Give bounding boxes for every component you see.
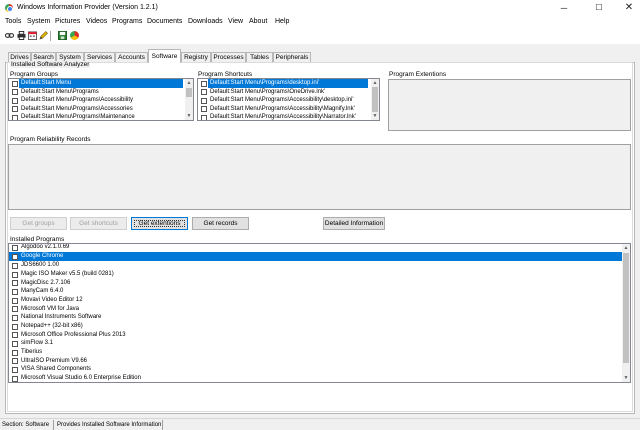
scroll-up-icon[interactable]: ▲	[622, 244, 630, 252]
title-bar[interactable]: Windows Information Provider (Version 1.…	[0, 0, 640, 16]
get-groups-button[interactable]: Get groups	[10, 217, 67, 230]
checkbox[interactable]	[12, 244, 18, 251]
checkbox[interactable]	[12, 288, 18, 295]
chrome-icon[interactable]	[70, 31, 79, 40]
checkbox[interactable]	[12, 253, 18, 260]
status-bar: Section: Software Provides Installed Sof…	[0, 418, 640, 430]
checkbox[interactable]	[12, 89, 18, 95]
toolbar-separator	[50, 31, 51, 41]
get-extensions-button[interactable]: Get extentions	[131, 217, 188, 230]
vertical-scrollbar[interactable]: ▲ ▼	[371, 79, 379, 120]
list-item[interactable]: ManyCam 6.4.0	[9, 287, 623, 296]
checkbox[interactable]	[12, 297, 18, 304]
list-item-selected[interactable]: Google Chrome	[9, 252, 623, 261]
list-item[interactable]: JDS6600 1.00	[9, 261, 623, 270]
checkbox[interactable]	[12, 358, 18, 364]
checkbox[interactable]	[12, 97, 18, 104]
program-shortcuts-list[interactable]: Default:Start Menu\Programs\desktop.ini'…	[197, 78, 380, 121]
status-section: Section: Software	[0, 420, 54, 430]
program-extensions-label: Program Extentions	[389, 71, 447, 78]
checkbox[interactable]	[12, 80, 18, 87]
scroll-thumb[interactable]	[372, 87, 378, 112]
group-title: Installed Software Analyzer	[10, 61, 91, 68]
menu-pictures[interactable]: Pictures	[55, 18, 80, 25]
list-item[interactable]: Microsoft Visual Studio 6.0 Enterprise E…	[9, 374, 623, 382]
vertical-scrollbar[interactable]: ▲ ▼	[622, 244, 630, 382]
calendar-icon[interactable]	[28, 31, 37, 40]
get-shortcuts-button[interactable]: Get shortcuts	[70, 217, 127, 230]
checkbox[interactable]	[201, 114, 207, 120]
menu-downloads[interactable]: Downloads	[188, 18, 223, 25]
list-item[interactable]: VISA Shared Components	[9, 365, 623, 374]
menu-tools[interactable]: Tools	[5, 18, 21, 25]
checkbox[interactable]	[12, 375, 18, 382]
scroll-thumb[interactable]	[186, 88, 192, 97]
list-item[interactable]: Algodoo v2.1.0.69	[9, 244, 623, 252]
checkbox[interactable]	[12, 323, 18, 330]
checkbox[interactable]	[201, 106, 207, 112]
toolbar	[0, 28, 640, 44]
maximize-button[interactable]: ☐	[584, 0, 614, 16]
checkbox[interactable]	[12, 262, 18, 269]
program-shortcuts-label: Program Shortcuts	[198, 71, 253, 78]
pencil-icon[interactable]	[39, 31, 48, 40]
minimize-button[interactable]: ─	[549, 0, 579, 16]
checkbox[interactable]	[12, 306, 18, 312]
status-description: Provides Installed Software Information	[57, 420, 163, 430]
scroll-down-icon[interactable]: ▼	[185, 112, 193, 120]
checkbox[interactable]	[12, 332, 18, 338]
menu-about[interactable]: About	[249, 18, 267, 25]
printer-icon[interactable]	[17, 31, 26, 40]
link-icon[interactable]	[5, 31, 14, 40]
menu-help[interactable]: Help	[275, 18, 289, 25]
detailed-information-button[interactable]: Detailed Information	[323, 217, 385, 230]
scroll-down-icon[interactable]: ▼	[371, 112, 379, 120]
menu-bar: Tools System Pictures Videos Programs Do…	[0, 16, 640, 28]
checkbox[interactable]	[12, 366, 18, 373]
list-item[interactable]: Default:Start Menu\Programs\Maintenance	[9, 113, 187, 120]
menu-system[interactable]: System	[27, 18, 50, 25]
vertical-scrollbar[interactable]: ▲ ▼	[185, 79, 193, 120]
checkbox[interactable]	[12, 349, 18, 356]
checkbox[interactable]	[12, 271, 18, 278]
reliability-records-box[interactable]	[8, 144, 631, 210]
scroll-up-icon[interactable]: ▲	[371, 79, 379, 87]
app-window: Windows Information Provider (Version 1.…	[0, 0, 640, 430]
app-logo-icon	[5, 4, 13, 12]
program-groups-label: Program Groups	[10, 71, 59, 78]
list-item[interactable]: Default:Start Menu\Programs\Accessibilit…	[198, 113, 373, 120]
scroll-up-icon[interactable]: ▲	[185, 79, 193, 87]
window-title: Windows Information Provider (Version 1.…	[17, 4, 158, 11]
save-icon[interactable]	[58, 31, 67, 40]
checkbox[interactable]	[201, 89, 207, 95]
list-item[interactable]: National Instruments Software	[9, 313, 623, 322]
list-item[interactable]: simFlow 3.1	[9, 339, 623, 348]
close-button[interactable]: ✕	[614, 0, 640, 16]
reliability-records-label: Program Reliability Records	[10, 136, 91, 143]
menu-view[interactable]: View	[228, 18, 243, 25]
checkbox[interactable]	[12, 280, 18, 286]
get-records-button[interactable]: Get records	[192, 217, 249, 230]
checkbox[interactable]	[12, 340, 18, 347]
installed-programs-list[interactable]: Algodoo v2.1.0.69 Google Chrome JDS6600 …	[8, 243, 631, 383]
checkbox[interactable]	[201, 97, 207, 104]
checkbox[interactable]	[12, 114, 18, 120]
menu-documents[interactable]: Documents	[147, 18, 182, 25]
installed-programs-label: Installed Programs	[10, 236, 65, 243]
checkbox[interactable]	[201, 80, 207, 87]
scroll-down-icon[interactable]: ▼	[622, 374, 630, 382]
program-extensions-list[interactable]	[388, 79, 631, 131]
menu-videos[interactable]: Videos	[86, 18, 107, 25]
scroll-thumb[interactable]	[623, 253, 629, 363]
menu-programs[interactable]: Programs	[112, 18, 142, 25]
checkbox[interactable]	[12, 106, 18, 112]
tab-software[interactable]: Software	[148, 49, 181, 63]
checkbox[interactable]	[12, 314, 18, 321]
program-groups-list[interactable]: Default:Start Menu Default:Start Menu\Pr…	[8, 78, 194, 121]
